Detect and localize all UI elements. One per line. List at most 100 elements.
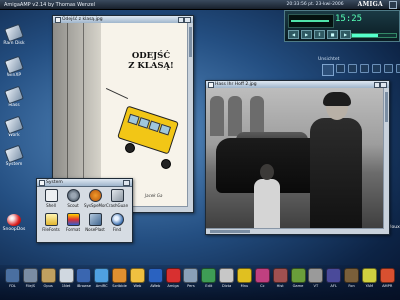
dock-item[interactable]: AWeb bbox=[147, 268, 164, 288]
file-icon bbox=[44, 213, 58, 226]
play-button[interactable]: ▶ bbox=[301, 30, 312, 39]
dock-item[interactable]: Pers bbox=[182, 268, 199, 288]
mini-button-4[interactable] bbox=[372, 64, 381, 73]
dock-item[interactable]: Dicta bbox=[218, 268, 235, 288]
dock-item[interactable]: AFL bbox=[325, 268, 342, 288]
nose-icon bbox=[88, 213, 102, 226]
drawer-item-sysmon[interactable]: SysSpeMon bbox=[84, 189, 106, 208]
dock-item[interactable]: Edit bbox=[200, 268, 217, 288]
dock-item-label: AFL bbox=[330, 284, 337, 288]
window-photo-image[interactable]: Hass Ihr Hoff 2.jpg bbox=[205, 80, 390, 235]
dock-app-icon bbox=[5, 268, 20, 283]
screen-title: AmigaAMP v2.14 by Thomas Wenzel bbox=[4, 1, 96, 8]
dock-item[interactable]: Mnu bbox=[236, 268, 253, 288]
mini-button-5[interactable] bbox=[384, 64, 393, 73]
dock-app-icon bbox=[40, 268, 56, 283]
drawer-item-scout[interactable]: Scout bbox=[62, 189, 84, 208]
dock-item-label: YAM bbox=[365, 284, 374, 288]
mini-button-1[interactable] bbox=[336, 64, 345, 73]
drawer-item-format[interactable]: Format bbox=[62, 213, 84, 232]
dock-app-icon bbox=[344, 268, 360, 283]
drawer-item-noseplast[interactable]: NosePlast bbox=[84, 213, 106, 232]
dock-app-icon bbox=[290, 268, 306, 283]
window-title-bar[interactable]: System bbox=[37, 179, 132, 187]
close-gadget[interactable] bbox=[39, 180, 45, 186]
mini-button-6[interactable] bbox=[396, 64, 400, 73]
prev-button[interactable]: ◀ bbox=[288, 30, 299, 39]
clock: 20:33:56 pt. 23-kwi-2006 bbox=[286, 2, 344, 7]
dock-item[interactable]: IBrowse bbox=[75, 268, 92, 288]
dock-item[interactable]: AmIRC bbox=[93, 268, 110, 288]
dock-item[interactable]: Game bbox=[290, 268, 307, 288]
drawer-icon-grid: Shell Scout SysSpeMon CrashGuard FileFon… bbox=[40, 189, 129, 232]
desktop-icon-snoopdos[interactable]: SnoopDos bbox=[0, 214, 28, 232]
volume-fill bbox=[352, 34, 379, 37]
amigaamp-player[interactable]: 15:25 ◀ ▶ Ⅱ ■ ▶ bbox=[284, 10, 400, 42]
horizontal-scrollbar[interactable] bbox=[206, 228, 384, 234]
drawer-item-filefonts[interactable]: FileFonts bbox=[40, 213, 62, 232]
dock-app-icon bbox=[272, 268, 288, 283]
dock-item-label: IBrowse bbox=[76, 284, 91, 288]
mini-button-2[interactable] bbox=[348, 64, 357, 73]
desktop-icon-ram-disk[interactable]: Ram Disk bbox=[0, 23, 28, 46]
dock-item[interactable]: Scribble bbox=[111, 268, 128, 288]
dock-item[interactable]: Web bbox=[129, 268, 146, 288]
dock-app-icon bbox=[326, 268, 342, 283]
caption-line-1: ODEJŚĆ bbox=[131, 51, 171, 61]
screen-depth-gadget[interactable] bbox=[389, 0, 397, 9]
desktop-icon-winxp[interactable]: WinXP bbox=[0, 55, 28, 78]
dock-item[interactable]: VT bbox=[307, 268, 324, 288]
crash-icon bbox=[110, 189, 124, 202]
vertical-scrollbar[interactable] bbox=[383, 88, 389, 234]
dock-item[interactable]: Opus bbox=[40, 268, 57, 288]
dock-app-icon bbox=[129, 268, 145, 283]
dock-app-icon bbox=[58, 268, 74, 283]
volume-slider[interactable] bbox=[351, 33, 397, 38]
desktop-icon-mass[interactable]: Mass bbox=[0, 85, 28, 108]
dock-item-label: AmIRC bbox=[95, 284, 108, 288]
scout-icon bbox=[66, 189, 80, 202]
drawer-item-label: Shell bbox=[46, 203, 56, 208]
bus-wheel bbox=[161, 159, 171, 169]
stop-button[interactable]: ■ bbox=[327, 30, 338, 39]
dock-item[interactable]: Amiga bbox=[165, 268, 182, 288]
vertical-scrollbar[interactable] bbox=[187, 23, 193, 212]
dock-item[interactable]: Hist bbox=[272, 268, 289, 288]
dock-app-icon bbox=[94, 268, 110, 283]
dock-app-icon bbox=[165, 268, 181, 283]
drawer-item-label: Format bbox=[65, 227, 81, 232]
dock-item[interactable]: YAM bbox=[361, 268, 378, 288]
window-system-drawer[interactable]: System Shell Scout SysSpeMon CrashGuard … bbox=[36, 178, 133, 243]
panel-icon[interactable] bbox=[322, 64, 334, 76]
dock-item[interactable]: 1Net bbox=[58, 268, 75, 288]
dock-item-label: AMPR bbox=[382, 284, 393, 288]
child-figure bbox=[252, 164, 282, 229]
desktop-icon-system[interactable]: System bbox=[0, 144, 28, 167]
window-title: Hass Ihr Hoff 2.jpg bbox=[215, 82, 257, 87]
dock-item[interactable]: Cc bbox=[254, 268, 271, 288]
bystander-figure bbox=[250, 96, 264, 136]
desktop-icon-label: SnoopDos bbox=[2, 227, 26, 232]
playback-time: 15:25 bbox=[335, 14, 363, 24]
dock-item-label: Fon bbox=[348, 284, 355, 288]
dock-item-label: Web bbox=[133, 284, 142, 288]
dock-items: FDL FileJS Opus 1Net IBrowse AmIRC Scribble Web… bbox=[4, 268, 396, 288]
dock-item[interactable]: AMPR bbox=[379, 268, 396, 288]
drawer-item-shell[interactable]: Shell bbox=[40, 189, 62, 208]
dock-item[interactable]: FileJS bbox=[22, 268, 39, 288]
depth-gadget[interactable] bbox=[123, 180, 130, 186]
mini-button-3[interactable] bbox=[360, 64, 369, 73]
caption-line-2: Z KLASĄ! bbox=[128, 61, 174, 71]
dock-item-label: AWeb bbox=[150, 284, 161, 288]
pause-button[interactable]: Ⅱ bbox=[314, 30, 325, 39]
desktop-icon-work[interactable]: Work bbox=[0, 115, 28, 138]
ram-disk-icon bbox=[4, 23, 24, 43]
dock-item[interactable]: FDL bbox=[4, 268, 21, 288]
drawer-item-crashguard[interactable]: CrashGuard bbox=[106, 189, 128, 208]
dock-item-label: Game bbox=[292, 284, 304, 288]
next-button[interactable]: ▶ bbox=[340, 30, 351, 39]
drawer-item-find[interactable]: Find bbox=[106, 213, 128, 232]
dock-item[interactable]: Fon bbox=[343, 268, 360, 288]
dock-app-icon bbox=[361, 268, 377, 283]
desktop-icon-label: Mass bbox=[8, 103, 20, 108]
